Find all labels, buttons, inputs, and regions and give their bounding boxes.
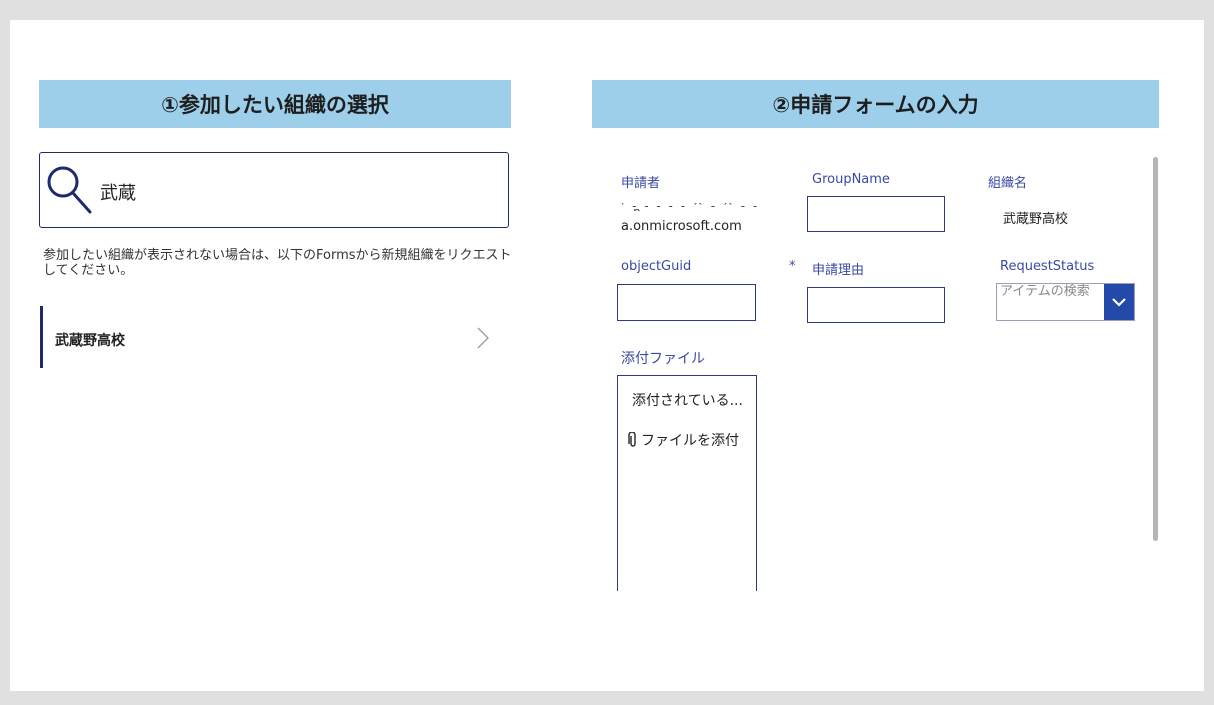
search-input[interactable]: 武蔵 [100, 179, 136, 205]
attachments-empty-text: 添付されている... [632, 393, 743, 409]
org-name-label: 組織名 [988, 176, 1028, 191]
form-scrollbar[interactable] [1153, 157, 1158, 541]
right-panel-header: ②申請フォームの入力 [592, 80, 1159, 128]
gallery-item-label: 武蔵野高校 [55, 333, 125, 349]
required-mark: * [789, 259, 796, 274]
left-panel-title: ①参加したい組織の選択 [161, 93, 389, 117]
search-box[interactable]: 武蔵 [39, 152, 509, 228]
left-panel-header: ①参加したい組織の選択 [39, 80, 511, 128]
chevron-right-icon[interactable] [475, 326, 491, 350]
attach-file-button[interactable]: ファイルを添付 [628, 430, 739, 450]
reason-label: 申請理由 [812, 263, 865, 278]
chevron-down-icon [1112, 298, 1126, 307]
request-status-label: RequestStatus [1000, 259, 1095, 274]
hint-text: 参加したい組織が表示されない場合は、以下のFormsから新規組織をリクエストして… [43, 248, 512, 278]
app-canvas: ①参加したい組織の選択 武蔵 参加したい組織が表示されない場合は、以下のForm… [10, 20, 1204, 691]
reason-input[interactable] [807, 287, 945, 323]
search-icon [47, 166, 92, 214]
applicant-value: a.onmicrosoft.com [621, 219, 742, 234]
right-panel-title: ②申請フォームの入力 [772, 93, 979, 117]
dropdown-button[interactable] [1104, 284, 1134, 320]
paperclip-icon [628, 432, 636, 447]
org-name-value: 武蔵野高校 [1003, 212, 1069, 227]
request-status-placeholder: アイテムの検索 [1000, 284, 1090, 299]
group-name-input[interactable] [807, 196, 945, 232]
group-name-label: GroupName [812, 172, 890, 187]
attach-file-label: ファイルを添付 [641, 433, 739, 449]
applicant-value-clipped: ' - - - - - ^ - ^ - - - n [621, 203, 760, 211]
gallery-item[interactable]: 武蔵野高校 [40, 306, 513, 368]
request-status-combobox[interactable]: アイテムの検索 [996, 283, 1135, 321]
attachments-box: 添付されている... ファイルを添付 [617, 375, 757, 591]
object-guid-label: objectGuid [621, 259, 692, 274]
object-guid-input[interactable] [617, 284, 756, 321]
applicant-label: 申請者 [621, 176, 661, 191]
attachments-label: 添付ファイル [621, 351, 705, 367]
